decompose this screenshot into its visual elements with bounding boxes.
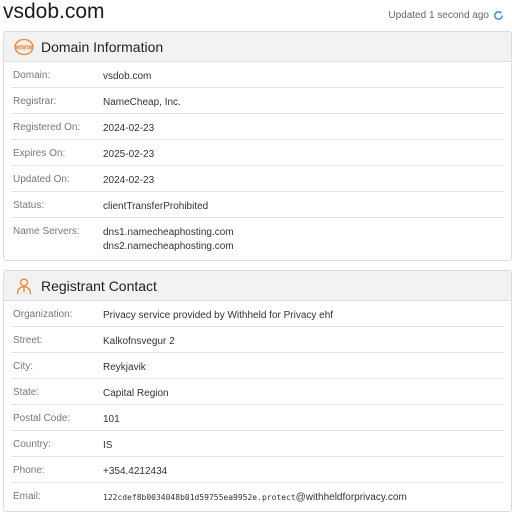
- info-row-name-servers: Name Servers: dns1.namecheaphosting.com …: [11, 218, 504, 256]
- registrant-contact-header: Registrant Contact: [4, 271, 511, 301]
- info-row-expires-on: Expires On: 2025-02-23: [11, 140, 504, 166]
- registrant-contact-title: Registrant Contact: [41, 278, 157, 294]
- email-domain: @withheldforprivacy.com: [295, 492, 407, 503]
- info-row-registered-on: Registered On: 2024-02-23: [11, 114, 504, 140]
- row-label: Email:: [13, 491, 41, 502]
- updated-status: Updated 1 second ago: [388, 10, 504, 21]
- contact-row-city: City: Reykjavik: [11, 353, 504, 379]
- contact-row-email: Email: 122cdef8b0034048b01d59755ea9952e.…: [11, 483, 504, 508]
- contact-row-postal-code: Postal Code: 101: [11, 405, 504, 431]
- row-label: Name Servers:: [13, 226, 80, 237]
- name-server: dns1.namecheaphosting.com: [103, 227, 234, 238]
- email-value: 122cdef8b0034048b01d59755ea9952e.protect…: [103, 491, 407, 505]
- email-local-part: 122cdef8b0034048b01d59755ea9952e.protect: [103, 493, 296, 502]
- info-row-domain: Domain: vsdob.com: [11, 62, 504, 88]
- row-label: Registered On:: [13, 122, 81, 133]
- domain-information-title: Domain Information: [41, 39, 164, 55]
- row-value: Kalkofnsvegur 2: [103, 336, 175, 347]
- person-icon: [14, 277, 34, 295]
- info-row-updated-on: Updated On: 2024-02-23: [11, 166, 504, 192]
- row-label: Organization:: [13, 309, 73, 320]
- row-label: Expires On:: [13, 148, 66, 159]
- name-server-list: dns1.namecheaphosting.com dns2.namecheap…: [103, 226, 234, 254]
- contact-row-street: Street: Kalkofnsvegur 2: [11, 327, 504, 353]
- contact-row-phone: Phone: +354.4212434: [11, 457, 504, 483]
- registrant-contact-panel: Registrant Contact Organization: Privacy…: [3, 270, 512, 512]
- refresh-icon[interactable]: [493, 10, 504, 21]
- row-value: 2024-02-23: [103, 123, 155, 134]
- row-label: City:: [13, 361, 33, 372]
- row-label: Country:: [13, 439, 51, 450]
- row-value: Capital Region: [103, 388, 169, 399]
- row-value: 2025-02-23: [103, 149, 155, 160]
- row-label: Street:: [13, 335, 43, 346]
- contact-row-country: Country: IS: [11, 431, 504, 457]
- row-value: NameCheap, Inc.: [103, 97, 181, 108]
- name-server: dns2.namecheaphosting.com: [103, 241, 234, 252]
- domain-information-header: WWW Domain Information: [4, 32, 511, 62]
- updated-text: Updated 1 second ago: [388, 10, 489, 21]
- svg-text:WWW: WWW: [16, 46, 33, 52]
- row-value: Reykjavik: [103, 362, 146, 373]
- row-label: Updated On:: [13, 174, 70, 185]
- row-label: Phone:: [13, 465, 45, 476]
- row-value: 2024-02-23: [103, 175, 155, 186]
- domain-information-panel: WWW Domain Information Domain: vsdob.com…: [3, 31, 512, 261]
- row-label: Postal Code:: [13, 413, 71, 424]
- row-value: Privacy service provided by Withheld for…: [103, 310, 334, 321]
- row-value: clientTransferProhibited: [103, 201, 209, 212]
- info-row-registrar: Registrar: NameCheap, Inc.: [11, 88, 504, 114]
- info-row-status: Status: clientTransferProhibited: [11, 192, 504, 218]
- row-value: IS: [103, 440, 113, 451]
- row-value: +354.4212434: [103, 466, 168, 477]
- row-label: Registrar:: [13, 96, 57, 107]
- contact-row-state: State: Capital Region: [11, 379, 504, 405]
- page-title: vsdob.com: [3, 0, 105, 23]
- row-value: vsdob.com: [103, 71, 152, 82]
- contact-row-organization: Organization: Privacy service provided b…: [11, 301, 504, 327]
- www-globe-icon: WWW: [14, 38, 34, 56]
- row-label: Domain:: [13, 70, 51, 81]
- row-value: 101: [103, 414, 120, 425]
- row-label: State:: [13, 387, 40, 398]
- row-label: Status:: [13, 200, 45, 211]
